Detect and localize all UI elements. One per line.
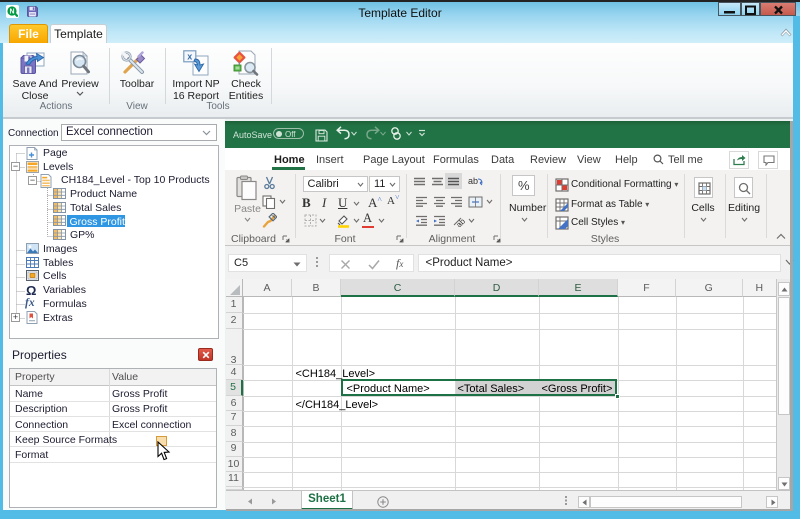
svg-text:x: x [187,52,192,62]
svg-text:N: N [9,9,14,16]
svg-text:ab: ab [468,176,478,186]
svg-text:ab: ab [454,216,466,227]
